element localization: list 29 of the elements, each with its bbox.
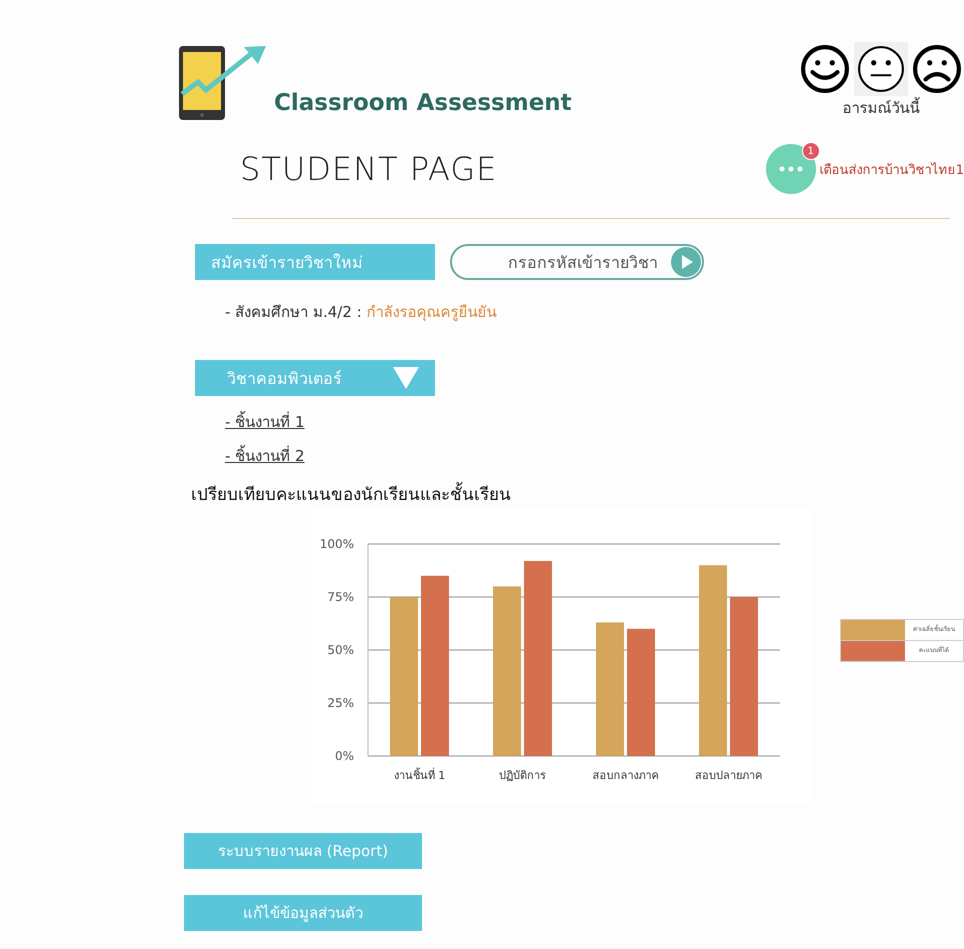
axis-label: 75% xyxy=(327,590,354,604)
page-title: STUDENT PAGE xyxy=(240,150,498,188)
notification-text[interactable]: เตือนส่งการบ้านวิชาไทย1 xyxy=(820,158,964,180)
pending-course-text: - สังคมศึกษา ม.4/2 : กำลังรอคุณครูยืนยัน xyxy=(225,302,498,324)
assignment-link[interactable]: - ชิ้นงานที่ 2 xyxy=(225,444,304,468)
caret-icon xyxy=(393,367,419,389)
course-code-field[interactable]: กรอกรหัสเข้ารายวิชา xyxy=(450,244,704,280)
axis-label: สอบกลางภาค xyxy=(592,769,658,782)
axis-label: 25% xyxy=(327,696,354,710)
menu-button[interactable]: แก้ไข้ข้อมูลส่วนตัว xyxy=(184,895,422,931)
chart-heading: เปรียบเทียบคะแนนของนักเรียนและชั้นเรียน xyxy=(191,480,964,507)
play-icon[interactable] xyxy=(671,247,701,277)
menu-button[interactable]: ระบบรายงานผล (Report) xyxy=(184,833,422,869)
ellipsis-icon xyxy=(778,166,803,172)
legend-swatch xyxy=(841,641,905,661)
axis-label: สอบปลายภาค xyxy=(695,769,762,782)
axis-label: 0% xyxy=(334,749,354,763)
legend-swatch xyxy=(841,620,905,640)
axis-label: งานชิ้นที่ 1 xyxy=(394,769,446,782)
assignment-link[interactable]: - ชิ้นงานที่ 1 xyxy=(225,410,304,434)
axis-label: ปฏิบัติการ xyxy=(499,769,546,782)
course-dropdown[interactable]: วิชาคอมพิวเตอร์ xyxy=(195,360,435,396)
enroll-button[interactable]: สมัครเข้ารายวิชาใหม่ xyxy=(195,244,435,280)
app-title: Classroom Assessment xyxy=(274,90,572,116)
notification-badge: 1 xyxy=(802,142,820,160)
mood-label: อารมณ์วันนี้ xyxy=(842,96,920,119)
tablet-chart-logo-icon xyxy=(178,44,268,122)
axis-label: 100% xyxy=(320,537,354,551)
axis-label: 50% xyxy=(327,643,354,657)
